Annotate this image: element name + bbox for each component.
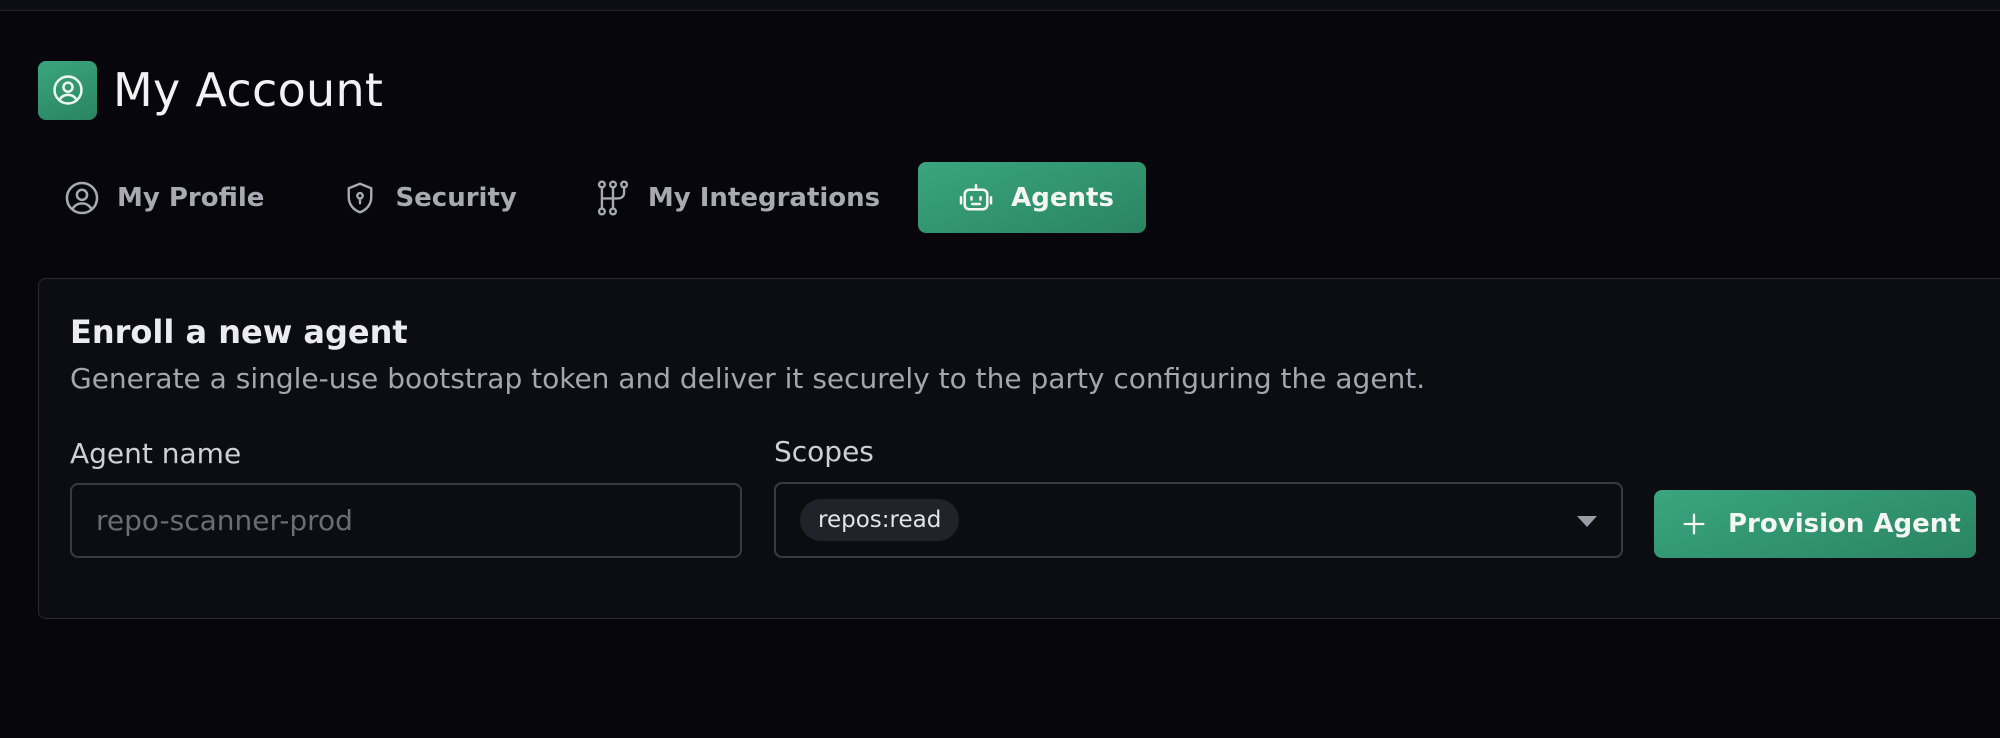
enroll-agent-card: Enroll a new agent Generate a single-use… (38, 278, 2000, 619)
provision-agent-button[interactable]: Provision Agent (1654, 490, 1976, 558)
tab-label: Security (395, 182, 517, 213)
agent-name-input[interactable] (70, 483, 742, 558)
agent-name-label: Agent name (70, 437, 242, 470)
scopes-label: Scopes (774, 435, 874, 468)
tab-my-integrations[interactable]: My Integrations (593, 162, 880, 233)
account-tabs: My Profile Security My Integrations Agen… (62, 162, 1147, 233)
tab-security[interactable]: Security (340, 162, 517, 233)
user-circle-icon (62, 178, 102, 218)
provision-agent-label: Provision Agent (1728, 509, 1961, 539)
tab-label: Agents (1011, 182, 1114, 213)
scopes-select[interactable]: repos:read (774, 482, 1623, 558)
robot-icon (956, 178, 996, 218)
plus-icon (1680, 509, 1710, 539)
integrations-icon (593, 178, 633, 218)
tab-my-profile[interactable]: My Profile (62, 162, 264, 233)
page-header: My Account (38, 60, 383, 120)
user-circle-icon (38, 60, 97, 120)
card-title: Enroll a new agent (70, 313, 408, 351)
top-bar (0, 0, 2000, 11)
tab-agents[interactable]: Agents (918, 162, 1147, 233)
tab-label: My Integrations (647, 182, 881, 213)
chevron-down-icon[interactable] (1577, 516, 1597, 527)
page-title: My Account (113, 63, 384, 117)
shield-icon (340, 178, 380, 218)
card-description: Generate a single-use bootstrap token an… (70, 362, 1426, 395)
tab-label: My Profile (117, 182, 265, 213)
scope-chip[interactable]: repos:read (800, 499, 960, 541)
